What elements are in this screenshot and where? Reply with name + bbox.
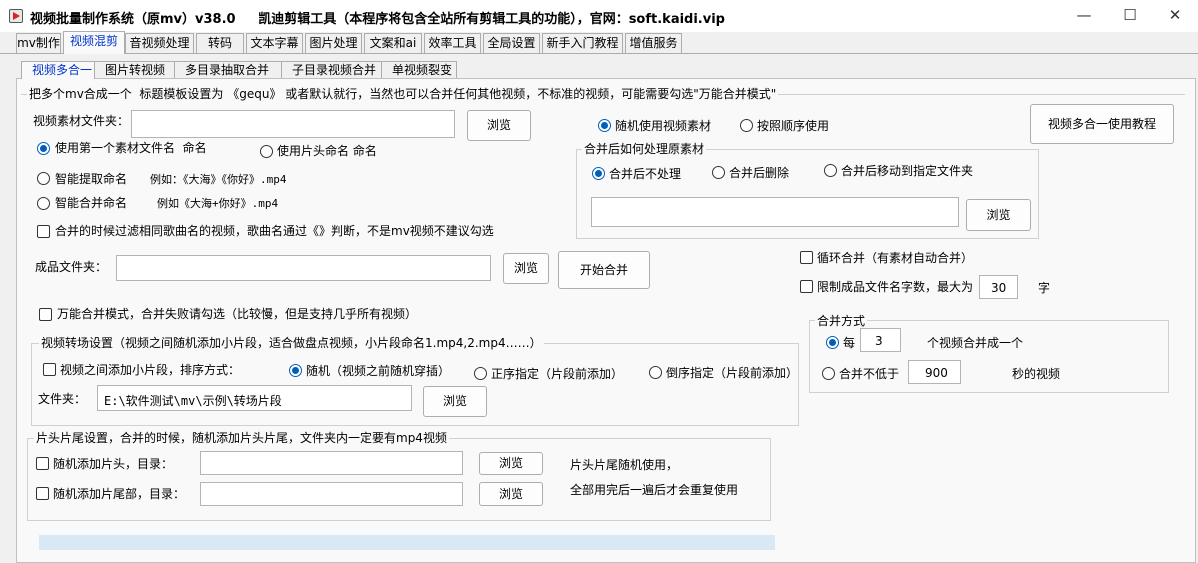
merge-each-radio[interactable] (826, 336, 839, 349)
random-tail-input[interactable] (200, 482, 463, 506)
order-random-label: 随机使用视频素材 (615, 119, 712, 133)
filter-same-checkbox[interactable] (37, 225, 50, 238)
after-merge-delete-label: 合并后删除 (729, 166, 790, 180)
start-merge-button[interactable]: 开始合并 (558, 251, 650, 289)
maximize-button[interactable]: ☐ (1107, 0, 1153, 32)
order-random-radio[interactable] (598, 119, 611, 132)
close-button[interactable]: ✕ (1152, 0, 1198, 32)
material-folder-label: 视频素材文件夹： (33, 114, 130, 128)
head-tail-group-label: 片头片尾设置，合并的时候，随机添加片头片尾，文件夹内一定要有mp4视频 (34, 431, 449, 445)
filter-same-label: 合并的时候过滤相同歌曲名的视频，歌曲名通过《》判断，不是mv视频不建议勾选 (55, 224, 494, 238)
subtab-subdir-merge[interactable]: 子目录视频合并 (282, 61, 382, 79)
after-merge-path-input[interactable] (591, 197, 959, 227)
transition-reverse-label: 倒序指定（片段前添加） (666, 366, 799, 380)
naming-smart-extract-example: 例如：《大海》《你好》.mp4 (150, 173, 287, 186)
material-browse-button[interactable]: 浏览 (467, 110, 531, 141)
naming-smart-extract-radio[interactable] (37, 172, 50, 185)
random-tail-checkbox[interactable] (36, 487, 49, 500)
transition-forward-radio[interactable] (474, 367, 487, 380)
random-tail-label: 随机添加片尾部，目录： (53, 487, 186, 501)
material-folder-input[interactable] (131, 110, 455, 138)
transition-add-checkbox[interactable] (43, 363, 56, 376)
merge-each-input[interactable]: 3 (860, 328, 901, 352)
universal-mode-checkbox[interactable] (39, 308, 52, 321)
tab-video-mix[interactable]: 视频混剪 (63, 31, 125, 54)
universal-mode-label: 万能合并模式，合并失败请勾选（比较慢，但是支持几乎所有视频） (57, 307, 418, 321)
output-browse-button[interactable]: 浏览 (503, 253, 549, 284)
naming-first-radio[interactable] (37, 142, 50, 155)
transition-add-label: 视频之间添加小片段，排序方式： (60, 363, 241, 377)
limit-name-label: 限制成品文件名字数，最大为 (817, 280, 974, 294)
tab-beginner-tutorial[interactable]: 新手入门教程 (542, 33, 623, 53)
output-folder-label: 成品文件夹： (35, 260, 108, 274)
title-bar: 视频批量制作系统（原mv）v38.0 凯迪剪辑工具（本程序将包含全站所有剪辑工具… (0, 0, 1198, 32)
after-merge-move-radio[interactable] (824, 164, 837, 177)
merge-min-input[interactable]: 900 (908, 360, 961, 384)
random-tail-browse-button[interactable]: 浏览 (479, 482, 543, 506)
minimize-button[interactable]: — (1061, 0, 1107, 32)
merge-min-suffix: 秒的视频 (1012, 367, 1061, 381)
transition-folder-input[interactable]: E:\软件测试\mv\示例\转场片段 (97, 385, 412, 411)
transition-reverse-radio[interactable] (649, 366, 662, 379)
merge-min-prefix: 合并不低于 (839, 367, 900, 381)
subtab-multi-dir-extract[interactable]: 多目录抽取合并 (175, 61, 282, 79)
tab-transcode[interactable]: 转码 (196, 33, 244, 53)
transition-forward-label: 正序指定（片段前添加） (491, 367, 624, 381)
random-head-label: 随机添加片头，目录： (53, 457, 174, 471)
after-merge-move-label: 合并后移动到指定文件夹 (841, 164, 974, 178)
tab-subtitles[interactable]: 文本字幕 (246, 33, 303, 53)
transition-random-label: 随机（视频之前随机穿插） (306, 364, 451, 378)
tab-efficiency[interactable]: 效率工具 (424, 33, 481, 53)
head-tail-note-1: 片头片尾随机使用， (570, 458, 679, 472)
loop-merge-checkbox[interactable] (800, 251, 813, 264)
random-head-browse-button[interactable]: 浏览 (479, 452, 543, 475)
tab-divider (0, 53, 1198, 54)
transition-folder-label: 文件夹： (38, 392, 87, 406)
window-title: 视频批量制作系统（原mv）v38.0 凯迪剪辑工具（本程序将包含全站所有剪辑工具… (30, 12, 725, 27)
order-sequential-radio[interactable] (740, 119, 753, 132)
random-head-checkbox[interactable] (36, 457, 49, 470)
naming-smart-merge-example: 例如《大海+你好》.mp4 (157, 197, 279, 210)
app-window: 视频批量制作系统（原mv）v38.0 凯迪剪辑工具（本程序将包含全站所有剪辑工具… (0, 0, 1198, 563)
app-logo-icon (9, 9, 23, 23)
limit-name-unit: 字 (1038, 281, 1051, 295)
merge-each-prefix: 每 (843, 336, 856, 350)
tab-global-settings[interactable]: 全局设置 (483, 33, 540, 53)
subtab-image-to-video[interactable]: 图片转视频 (95, 61, 175, 79)
after-merge-keep-label: 合并后不处理 (609, 167, 682, 181)
subtab-split-video[interactable]: 单视频裂变 (382, 61, 457, 79)
naming-smart-merge-radio[interactable] (37, 197, 50, 210)
tab-av-process[interactable]: 音视频处理 (125, 33, 194, 53)
tab-mv[interactable]: mv制作 (16, 33, 61, 53)
after-merge-delete-radio[interactable] (712, 166, 725, 179)
subtab-multi-merge[interactable]: 视频多合一 (21, 61, 95, 79)
random-head-input[interactable] (200, 451, 463, 475)
output-folder-input[interactable] (116, 255, 491, 281)
head-tail-note-2: 全部用完后一遍后才会重复使用 (570, 483, 739, 497)
after-merge-group-label: 合并后如何处理原素材 (582, 142, 707, 156)
merge-each-suffix: 个视频合并成一个 (927, 336, 1024, 350)
transition-browse-button[interactable]: 浏览 (423, 386, 487, 417)
naming-smart-merge-label: 智能合并命名 (55, 196, 128, 210)
order-sequential-label: 按照顺序使用 (757, 119, 830, 133)
naming-head-label: 使用片头命名 命名 (277, 144, 377, 158)
merge-method-label: 合并方式 (815, 314, 868, 328)
limit-name-input[interactable]: 30 (979, 275, 1018, 299)
naming-head-radio[interactable] (260, 145, 273, 158)
transition-random-radio[interactable] (289, 364, 302, 377)
limit-name-checkbox[interactable] (800, 280, 813, 293)
main-group-label: 把多个mv合成一个 标题模板设置为 《gequ》 或者默认就行，当然也可以合并任… (27, 87, 779, 101)
naming-first-label: 使用第一个素材文件名 命名 (55, 141, 207, 155)
merge-min-radio[interactable] (822, 367, 835, 380)
naming-smart-extract-label: 智能提取命名 (55, 172, 128, 186)
after-merge-browse-button[interactable]: 浏览 (966, 199, 1031, 231)
after-merge-keep-radio[interactable] (592, 167, 605, 180)
loop-merge-label: 循环合并（有素材自动合并） (817, 251, 974, 265)
tab-copy-ai[interactable]: 文案和ai (364, 33, 422, 53)
tab-image[interactable]: 图片处理 (305, 33, 362, 53)
tab-premium[interactable]: 增值服务 (625, 33, 682, 53)
progress-bar (39, 535, 775, 550)
tutorial-button[interactable]: 视频多合一使用教程 (1030, 104, 1174, 144)
transition-group-label: 视频转场设置（视频之间随机添加小片段，适合做盘点视频，小片段命名1.mp4,2.… (39, 336, 544, 350)
